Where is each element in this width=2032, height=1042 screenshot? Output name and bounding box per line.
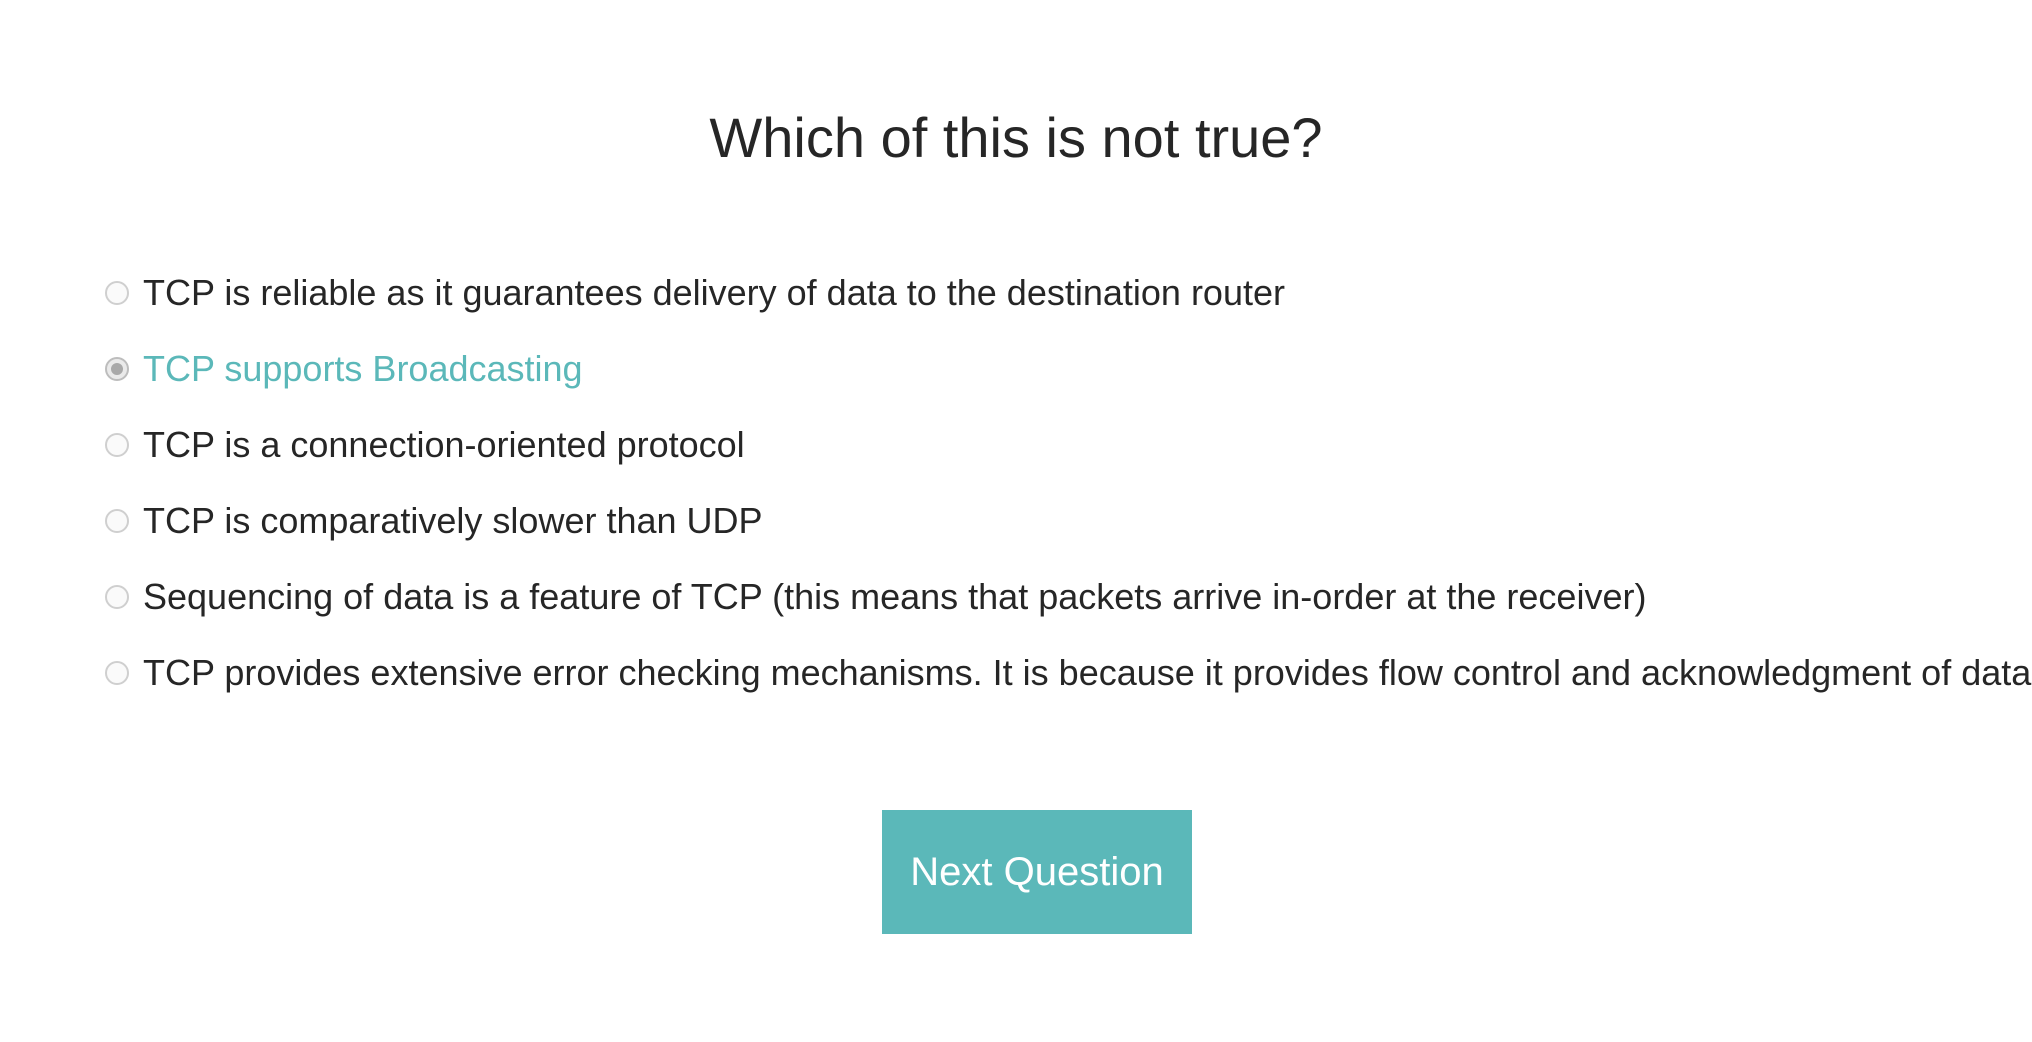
answer-options-list: TCP is reliable as it guarantees deliver…	[105, 255, 2031, 711]
next-question-button[interactable]: Next Question	[882, 810, 1192, 934]
radio-button[interactable]	[105, 433, 129, 457]
answer-option-label[interactable]: TCP provides extensive error checking me…	[143, 651, 2031, 695]
answer-option-label[interactable]: TCP is reliable as it guarantees deliver…	[143, 271, 1285, 315]
answer-option-label[interactable]: TCP supports Broadcasting	[143, 347, 583, 391]
answer-option[interactable]: TCP is a connection-oriented protocol	[105, 407, 2031, 483]
radio-button[interactable]	[105, 661, 129, 685]
radio-button[interactable]	[105, 357, 129, 381]
answer-option-label[interactable]: TCP is comparatively slower than UDP	[143, 499, 763, 543]
answer-option[interactable]: TCP is reliable as it guarantees deliver…	[105, 255, 2031, 331]
answer-option[interactable]: Sequencing of data is a feature of TCP (…	[105, 559, 2031, 635]
radio-button[interactable]	[105, 585, 129, 609]
answer-option[interactable]: TCP provides extensive error checking me…	[105, 635, 2031, 711]
answer-option[interactable]: TCP is comparatively slower than UDP	[105, 483, 2031, 559]
radio-button[interactable]	[105, 509, 129, 533]
answer-option-label[interactable]: TCP is a connection-oriented protocol	[143, 423, 745, 467]
answer-option[interactable]: TCP supports Broadcasting	[105, 331, 2031, 407]
answer-option-label[interactable]: Sequencing of data is a feature of TCP (…	[143, 575, 1646, 619]
question-title: Which of this is not true?	[709, 106, 1323, 169]
radio-button[interactable]	[105, 281, 129, 305]
